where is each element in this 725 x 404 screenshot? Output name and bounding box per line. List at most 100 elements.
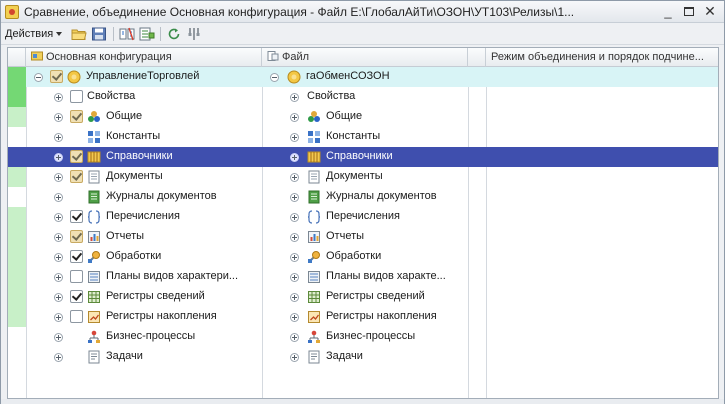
merge-checkbox[interactable] <box>70 230 83 243</box>
expand-icon[interactable] <box>54 173 63 182</box>
expand-icon[interactable] <box>54 273 63 282</box>
tree-row[interactable]: Задачи Задачи <box>8 347 718 367</box>
expand-icon[interactable] <box>290 293 299 302</box>
tree-row[interactable]: Справочники Справочники <box>8 147 718 167</box>
difference-marker <box>8 247 26 267</box>
maximize-icon <box>684 7 694 16</box>
collapse-icon[interactable] <box>270 73 279 82</box>
expand-icon[interactable] <box>290 193 299 202</box>
accum-registers-icon <box>308 311 320 323</box>
tree-row[interactable]: Бизнес-процессы Бизнес-процессы <box>8 327 718 347</box>
folder-open-icon[interactable] <box>71 27 87 41</box>
expand-icon[interactable] <box>290 333 299 342</box>
marker-column-header <box>8 48 26 67</box>
tree-row[interactable]: Общие Общие <box>8 107 718 127</box>
expand-icon[interactable] <box>54 333 63 342</box>
compare-icon[interactable] <box>119 27 135 41</box>
refresh-icon[interactable] <box>166 27 182 41</box>
expand-icon[interactable] <box>54 153 63 162</box>
main-config-item-label: Документы <box>106 170 163 182</box>
save-icon[interactable] <box>91 27 107 41</box>
file-column-header[interactable]: Файл <box>262 48 468 67</box>
tree-row[interactable]: Константы Константы <box>8 127 718 147</box>
merge-checkbox[interactable] <box>70 250 83 263</box>
expand-icon[interactable] <box>290 353 299 362</box>
actions-menu-button[interactable]: Действия <box>5 28 63 40</box>
documents-icon <box>308 170 320 184</box>
merge-checkbox[interactable] <box>70 290 83 303</box>
file-column-label: Файл <box>282 51 310 63</box>
expand-icon[interactable] <box>54 93 63 102</box>
main-config-item-label: Отчеты <box>106 230 145 242</box>
processing-icon <box>88 251 100 263</box>
config-root-icon <box>287 70 301 84</box>
tree-row[interactable]: Отчеты Отчеты <box>8 227 718 247</box>
merge-checkbox[interactable] <box>70 310 83 323</box>
expand-icon[interactable] <box>54 313 63 322</box>
filter-icon[interactable] <box>139 27 155 41</box>
main-config-item-label: Задачи <box>106 350 143 362</box>
merge-mode-column-header[interactable]: Режим объединения и порядок подчине... <box>486 48 718 67</box>
main-config-item-label: Справочники <box>106 150 173 162</box>
expand-icon[interactable] <box>54 253 63 262</box>
tree-row[interactable]: УправлениеТорговлей гаОбменСОЗОН <box>8 67 718 87</box>
title-bar[interactable]: Сравнение, объединение Основная конфигур… <box>1 1 724 23</box>
tree-row[interactable]: Обработки Обработки <box>8 247 718 267</box>
main-config-item-label: Свойства <box>87 90 136 102</box>
merge-checkbox[interactable] <box>70 270 83 283</box>
comparison-tree-table[interactable]: Основная конфигурация Файл Режим объедин… <box>7 47 719 399</box>
compare-merge-window: Сравнение, объединение Основная конфигур… <box>0 0 725 404</box>
file-item-label: Общие <box>326 110 363 122</box>
expand-icon[interactable] <box>290 153 299 162</box>
expand-icon[interactable] <box>54 133 63 142</box>
tree-row[interactable]: Журналы документов Журналы документов <box>8 187 718 207</box>
tree-row[interactable]: Планы видов характери... Планы видов хара… <box>8 267 718 287</box>
expand-icon[interactable] <box>54 293 63 302</box>
tree-row[interactable]: Свойства Свойства <box>8 87 718 107</box>
merge-checkbox[interactable] <box>70 150 83 163</box>
catalogs-icon <box>307 151 321 163</box>
main-config-column-header[interactable]: Основная конфигурация <box>26 48 262 67</box>
file-item-label: Свойства <box>307 90 356 102</box>
expand-icon[interactable] <box>290 253 299 262</box>
merge-checkbox[interactable] <box>70 90 83 103</box>
collapse-icon[interactable] <box>34 73 43 82</box>
difference-marker <box>8 307 26 327</box>
expand-icon[interactable] <box>54 113 63 122</box>
tree-row[interactable]: Регистры накопления Регистры накопления <box>8 307 718 327</box>
expand-icon[interactable] <box>290 173 299 182</box>
tree-row[interactable]: Документы Документы <box>8 167 718 187</box>
expand-icon[interactable] <box>290 113 299 122</box>
enums-icon <box>87 210 101 224</box>
file-item-label: гаОбменСОЗОН <box>306 70 390 82</box>
main-config-item-label: Регистры сведений <box>106 290 205 302</box>
merge-checkbox[interactable] <box>70 170 83 183</box>
accum-registers-icon <box>88 311 100 323</box>
chart-types-icon <box>88 271 100 283</box>
expand-icon[interactable] <box>290 313 299 322</box>
tree-row[interactable]: Регистры сведений Регистры сведений <box>8 287 718 307</box>
tree-row[interactable]: Перечисления Перечисления <box>8 207 718 227</box>
file-item-label: Регистры сведений <box>326 290 425 302</box>
constants-icon <box>308 131 320 143</box>
expand-icon[interactable] <box>54 193 63 202</box>
expand-icon[interactable] <box>54 353 63 362</box>
merge-checkbox[interactable] <box>70 210 83 223</box>
expand-icon[interactable] <box>54 213 63 222</box>
expand-icon[interactable] <box>290 273 299 282</box>
expand-icon[interactable] <box>290 213 299 222</box>
expand-icon[interactable] <box>290 133 299 142</box>
expand-icon[interactable] <box>290 233 299 242</box>
expand-icon[interactable] <box>290 93 299 102</box>
file-item-label: Перечисления <box>326 210 400 222</box>
chevron-down-icon <box>56 32 63 36</box>
main-config-item-label: Регистры накопления <box>106 310 217 322</box>
settings-icon[interactable] <box>186 27 202 41</box>
maximize-button[interactable] <box>680 3 698 20</box>
merge-checkbox[interactable] <box>70 110 83 123</box>
minimize-button[interactable]: _ <box>659 3 677 20</box>
expand-icon[interactable] <box>54 233 63 242</box>
main-config-item-label: Общие <box>106 110 143 122</box>
merge-checkbox[interactable] <box>50 70 63 83</box>
close-button[interactable]: ✕ <box>701 3 719 20</box>
